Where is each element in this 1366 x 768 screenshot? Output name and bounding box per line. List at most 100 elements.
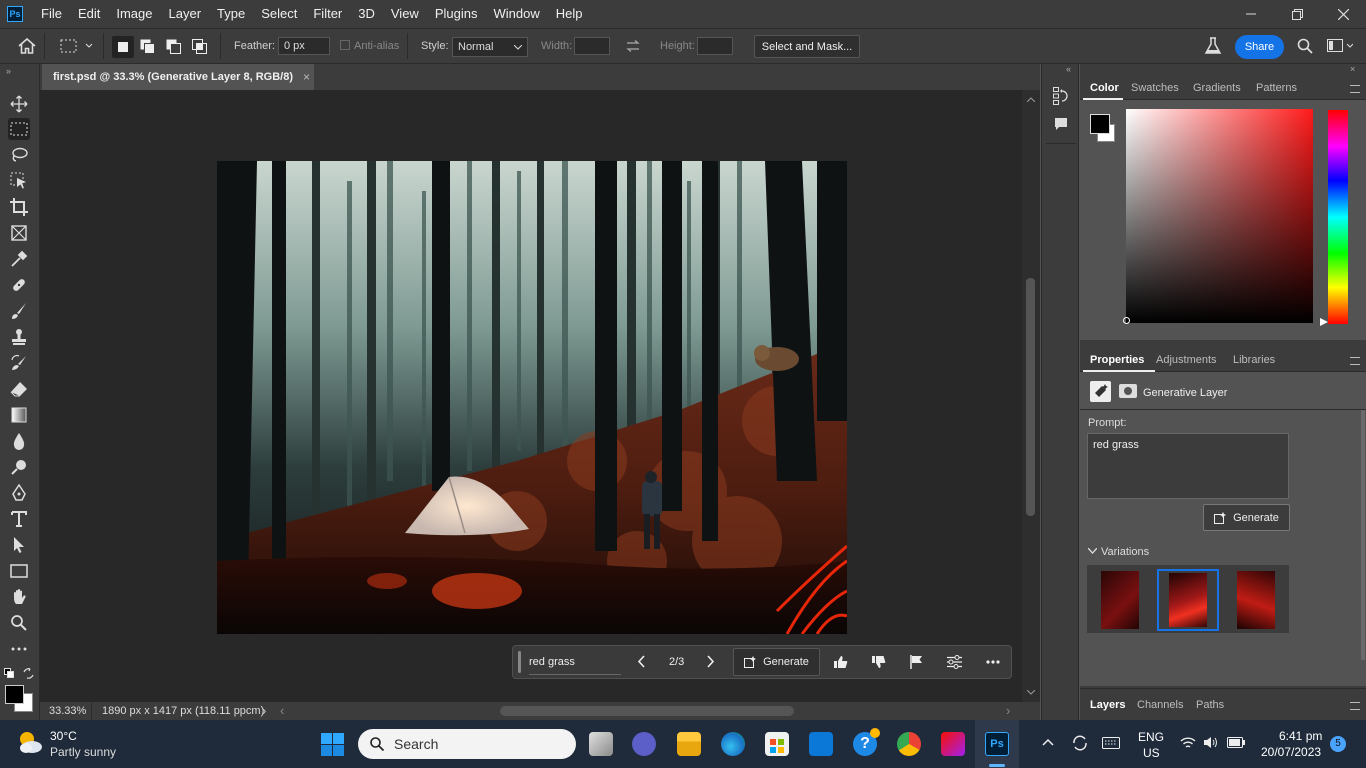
creative-cloud-icon[interactable] <box>941 732 965 756</box>
keyboard-icon[interactable] <box>1102 737 1120 749</box>
panel-menu-icon[interactable] <box>1350 702 1360 710</box>
rectangle-tool-icon[interactable] <box>8 560 30 582</box>
menu-type[interactable]: Type <box>209 0 253 28</box>
minimize-icon[interactable] <box>1228 0 1274 28</box>
select-and-mask-button[interactable]: Select and Mask... <box>754 35 860 58</box>
zoom-tool-icon[interactable] <box>8 612 30 634</box>
vertical-scroll-thumb[interactable] <box>1026 278 1035 516</box>
tab-patterns[interactable]: Patterns <box>1256 82 1297 94</box>
prompt-textarea[interactable]: red grass <box>1087 433 1289 499</box>
scroll-left-icon[interactable]: ‹ <box>280 703 284 718</box>
menu-file[interactable]: File <box>33 0 70 28</box>
myhp-icon[interactable] <box>809 732 833 756</box>
clock-date[interactable]: 20/07/2023 <box>1261 745 1321 759</box>
weather-icon[interactable] <box>16 729 44 755</box>
feather-input[interactable]: 0 px <box>278 37 330 55</box>
path-selection-tool-icon[interactable] <box>8 534 30 556</box>
color-picker-cursor[interactable] <box>1123 317 1130 324</box>
language-primary[interactable]: ENG <box>1138 730 1164 744</box>
tab-swatches[interactable]: Swatches <box>1131 82 1179 94</box>
color-panel-foreground-swatch[interactable] <box>1090 114 1110 134</box>
zoom-level[interactable]: 33.33% <box>49 705 86 717</box>
tab-libraries[interactable]: Libraries <box>1233 354 1275 366</box>
move-tool-icon[interactable] <box>8 93 30 115</box>
blur-tool-icon[interactable] <box>8 430 30 452</box>
drag-handle[interactable] <box>518 651 521 673</box>
menu-edit[interactable]: Edit <box>70 0 108 28</box>
horizontal-scroll-thumb[interactable] <box>500 706 794 716</box>
panel-menu-icon[interactable] <box>1350 85 1360 93</box>
thumbs-up-icon[interactable] <box>833 655 848 669</box>
teams-icon[interactable] <box>632 732 656 756</box>
type-tool-icon[interactable] <box>8 508 30 530</box>
width-input[interactable] <box>574 37 610 55</box>
more-options-icon[interactable] <box>986 660 1000 664</box>
search-icon[interactable] <box>1297 38 1313 54</box>
menu-layer[interactable]: Layer <box>161 0 210 28</box>
frame-tool-icon[interactable] <box>8 222 30 244</box>
swap-colors-icon[interactable] <box>23 668 34 679</box>
object-selection-tool-icon[interactable] <box>8 170 30 192</box>
new-selection-icon[interactable] <box>112 36 134 58</box>
task-view-icon[interactable] <box>589 732 613 756</box>
clone-stamp-tool-icon[interactable] <box>8 326 30 348</box>
language-secondary[interactable]: US <box>1143 746 1160 760</box>
history-brush-tool-icon[interactable] <box>8 352 30 374</box>
status-menu-icon[interactable]: › <box>262 703 266 718</box>
rectangular-marquee-tool-icon[interactable] <box>8 118 30 140</box>
menu-window[interactable]: Window <box>485 0 547 28</box>
flask-icon[interactable] <box>1204 37 1222 55</box>
previous-variation-icon[interactable] <box>637 655 645 668</box>
document-tab[interactable]: first.psd @ 33.3% (Generative Layer 8, R… <box>42 64 314 90</box>
battery-icon[interactable] <box>1227 737 1245 748</box>
hand-tool-icon[interactable] <box>8 586 30 608</box>
document-image[interactable] <box>217 161 847 634</box>
tab-paths[interactable]: Paths <box>1196 699 1224 711</box>
notification-badge[interactable]: 5 <box>1330 736 1346 752</box>
tab-properties[interactable]: Properties <box>1090 354 1144 366</box>
eyedropper-tool-icon[interactable] <box>8 248 30 270</box>
share-button[interactable]: Share <box>1235 35 1284 59</box>
menu-select[interactable]: Select <box>253 0 305 28</box>
hue-slider-handle[interactable] <box>1320 318 1328 326</box>
chrome-icon[interactable] <box>897 732 921 756</box>
collapse-toolbar-icon[interactable]: » <box>6 66 11 76</box>
close-tab-icon[interactable]: × <box>303 70 310 84</box>
variation-thumbnail-2[interactable] <box>1157 569 1219 631</box>
menu-filter[interactable]: Filter <box>305 0 350 28</box>
hue-slider[interactable] <box>1328 110 1348 324</box>
dodge-tool-icon[interactable] <box>8 456 30 478</box>
marquee-preset-icon[interactable] <box>60 39 96 53</box>
menu-3d[interactable]: 3D <box>350 0 383 28</box>
generate-button[interactable]: Generate <box>733 648 820 676</box>
vertical-scrollbar[interactable] <box>1022 90 1040 702</box>
restore-icon[interactable] <box>1274 0 1320 28</box>
variation-thumbnail-1[interactable] <box>1101 571 1139 629</box>
collapse-panels-icon[interactable]: « <box>1066 64 1071 74</box>
default-colors-icon[interactable] <box>4 668 14 678</box>
height-input[interactable] <box>697 37 733 55</box>
add-to-selection-icon[interactable] <box>140 39 156 55</box>
tab-layers[interactable]: Layers <box>1090 699 1125 711</box>
tab-gradients[interactable]: Gradients <box>1193 82 1241 94</box>
report-flag-icon[interactable] <box>910 655 923 669</box>
crop-tool-icon[interactable] <box>8 196 30 218</box>
swap-icon[interactable] <box>626 40 640 52</box>
taskbar-search[interactable]: Search <box>358 729 576 759</box>
tab-adjustments[interactable]: Adjustments <box>1156 354 1217 366</box>
collapse-dock-icon[interactable]: × <box>1350 64 1355 74</box>
intersect-selection-icon[interactable] <box>192 39 208 55</box>
properties-scrollbar[interactable] <box>1361 410 1365 660</box>
color-field[interactable] <box>1123 109 1313 324</box>
close-icon[interactable] <box>1320 0 1366 28</box>
panel-menu-icon[interactable] <box>1350 357 1360 365</box>
next-variation-icon[interactable] <box>707 655 715 668</box>
clock-time[interactable]: 6:41 pm <box>1279 729 1322 743</box>
tab-channels[interactable]: Channels <box>1137 699 1183 711</box>
style-select[interactable]: Normal <box>452 37 528 57</box>
prompt-field[interactable]: red grass <box>529 656 575 668</box>
settings-sliders-icon[interactable] <box>947 655 962 669</box>
subtract-from-selection-icon[interactable] <box>166 39 182 55</box>
healing-brush-tool-icon[interactable] <box>8 274 30 296</box>
properties-generate-button[interactable]: Generate <box>1203 504 1290 531</box>
